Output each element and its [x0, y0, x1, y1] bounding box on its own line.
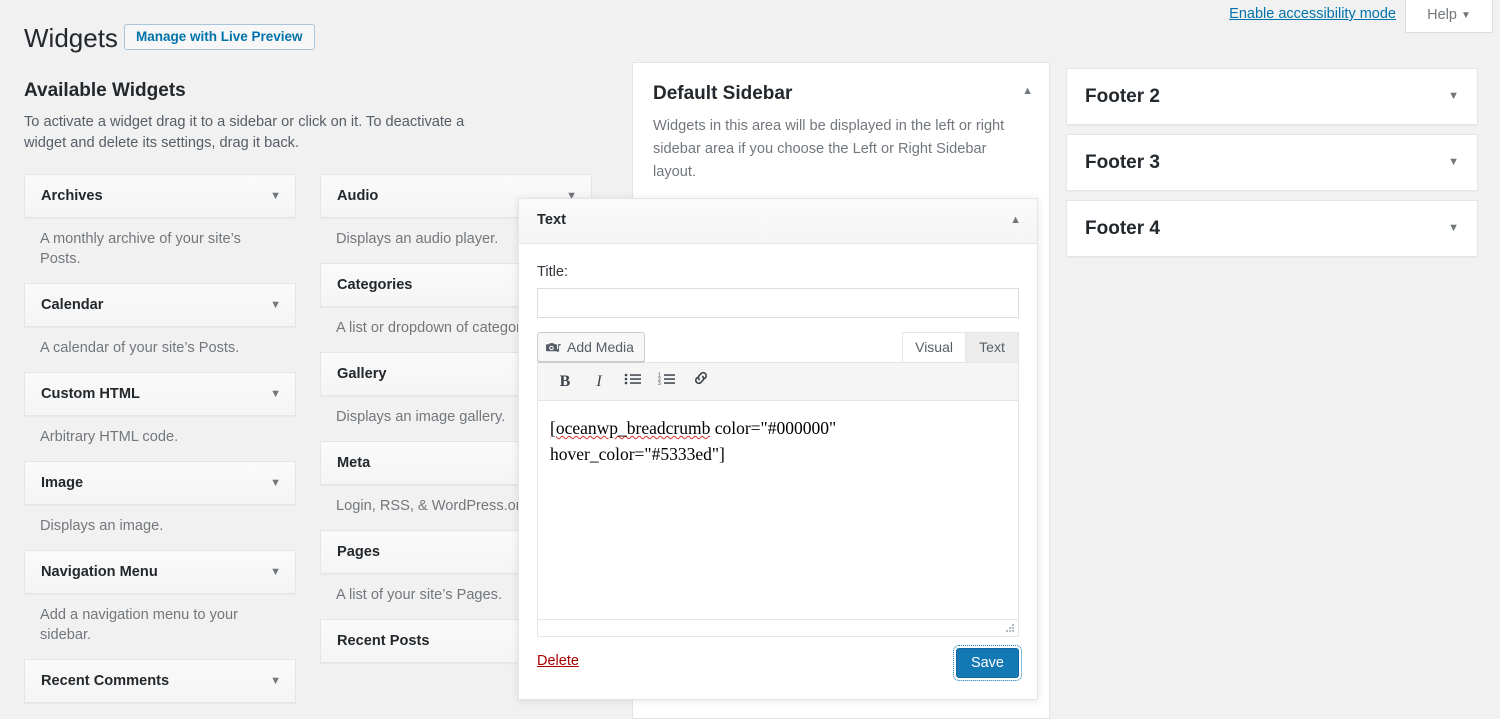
- page-title: Widgets: [24, 22, 118, 54]
- available-widget-name: Custom HTML: [41, 373, 140, 415]
- available-widget-card[interactable]: Image ▼Displays an image.: [24, 461, 296, 550]
- title-field-label: Title:: [537, 262, 1019, 282]
- chevron-down-icon[interactable]: ▼: [270, 175, 281, 217]
- save-button[interactable]: Save: [956, 648, 1019, 678]
- editor-resize-bar: [538, 619, 1018, 636]
- add-media-icon: [546, 336, 561, 364]
- chevron-up-icon[interactable]: ▲: [1010, 199, 1021, 242]
- widget-column-1: Archives▼A monthly archive of your site’…: [24, 174, 296, 703]
- text-widget-footer: Delete Save: [519, 637, 1037, 699]
- available-widget-header[interactable]: Archives ▼: [24, 174, 296, 218]
- shortcode-token: [oceanwp_breadcrumb: [550, 418, 710, 438]
- add-media-label: Add Media: [567, 339, 634, 355]
- chevron-down-icon: ▼: [1461, 10, 1471, 21]
- link-icon[interactable]: [684, 363, 718, 401]
- widgets-admin-page: Widgets Manage with Live Preview Enable …: [0, 0, 1500, 719]
- resize-handle-icon[interactable]: [1003, 622, 1015, 634]
- shortcode-attr-color: color="#000000": [710, 418, 836, 438]
- available-widget-card[interactable]: Calendar ▼A calendar of your site’s Posts…: [24, 283, 296, 372]
- available-widget-name: Pages: [337, 531, 380, 573]
- chevron-down-icon[interactable]: ▼: [270, 551, 281, 593]
- default-sidebar-title: Default Sidebar: [653, 81, 1029, 107]
- available-widget-description: A calendar of your site’s Posts.: [24, 327, 296, 372]
- text-widget-body: Title: Add Media VisualText: [519, 244, 1037, 637]
- tab-visual[interactable]: Visual: [902, 332, 966, 362]
- available-widget-card[interactable]: Archives ▼A monthly archive of your site’…: [24, 174, 296, 283]
- available-widget-name: Navigation Menu: [41, 551, 158, 593]
- available-widget-description: Arbitrary HTML code.: [24, 416, 296, 461]
- editor-line-2: hover_color="#5333ed"]: [550, 441, 1006, 467]
- chevron-down-icon[interactable]: ▼: [270, 284, 281, 326]
- available-widgets-section: Available Widgets To activate a widget d…: [24, 76, 580, 174]
- chevron-down-icon[interactable]: ▼: [1448, 201, 1459, 256]
- chevron-down-icon[interactable]: ▼: [270, 373, 281, 415]
- available-widget-header[interactable]: Custom HTML ▼: [24, 372, 296, 416]
- italic-icon[interactable]: I: [582, 363, 616, 401]
- available-widget-name: Recent Posts: [337, 620, 429, 662]
- bold-icon[interactable]: B: [548, 363, 582, 401]
- chevron-down-icon[interactable]: ▼: [1448, 135, 1459, 190]
- page-header: Widgets Manage with Live Preview Enable …: [0, 0, 1500, 56]
- footer-widget-area[interactable]: Footer 4 ▼: [1066, 200, 1478, 257]
- available-widget-description: Displays an image.: [24, 505, 296, 550]
- numbered-list-icon[interactable]: 1 2 3: [650, 363, 684, 401]
- editor-content[interactable]: [oceanwp_breadcrumb color="#000000" hove…: [538, 401, 1018, 619]
- chevron-down-icon[interactable]: ▼: [1448, 69, 1459, 124]
- editor-toolbar: BI 1 2 3: [538, 363, 1018, 401]
- help-label: Help: [1427, 7, 1457, 23]
- footer-widget-area[interactable]: Footer 3 ▼: [1066, 134, 1478, 191]
- chevron-down-icon[interactable]: ▼: [270, 660, 281, 702]
- available-widget-header[interactable]: Navigation Menu ▼: [24, 550, 296, 594]
- footer-area-title: Footer 2: [1085, 69, 1160, 124]
- available-widget-card[interactable]: Custom HTML ▼Arbitrary HTML code.: [24, 372, 296, 461]
- footer-area-title: Footer 4: [1085, 201, 1160, 256]
- available-widget-name: Calendar: [41, 284, 103, 326]
- available-widget-name: Audio: [337, 175, 378, 217]
- editor-mode-tabs: VisualText: [903, 332, 1019, 362]
- editor-line-1: [oceanwp_breadcrumb color="#000000": [550, 415, 1006, 441]
- tab-text[interactable]: Text: [965, 332, 1019, 362]
- text-widget-panel[interactable]: Text ▲ Title: Add Media VisualText: [518, 198, 1038, 700]
- chevron-down-icon[interactable]: ▼: [270, 462, 281, 504]
- available-widget-name: Archives: [41, 175, 103, 217]
- add-media-button[interactable]: Add Media: [537, 332, 645, 362]
- editor-media-bar: Add Media VisualText: [537, 332, 1019, 362]
- delete-link[interactable]: Delete: [537, 653, 579, 669]
- default-sidebar-description: Widgets in this area will be displayed i…: [653, 115, 1029, 184]
- available-widgets-intro: To activate a widget drag it to a sideba…: [24, 112, 494, 154]
- available-widget-card[interactable]: Recent Comments ▼: [24, 659, 296, 703]
- enable-accessibility-mode-link[interactable]: Enable accessibility mode: [1229, 6, 1396, 22]
- help-button[interactable]: Help ▼: [1405, 0, 1493, 33]
- available-widget-header[interactable]: Recent Comments ▼: [24, 659, 296, 703]
- text-editor: BI 1 2 3: [537, 362, 1019, 637]
- available-widget-card[interactable]: Navigation Menu ▼Add a navigation menu to…: [24, 550, 296, 659]
- available-widget-name: Categories: [337, 264, 412, 306]
- available-widgets-heading: Available Widgets: [24, 76, 580, 106]
- available-widget-name: Image: [41, 462, 83, 504]
- available-widget-header[interactable]: Calendar ▼: [24, 283, 296, 327]
- available-widget-description: Add a navigation menu to your sidebar.: [24, 594, 296, 659]
- text-widget-header[interactable]: Text ▲: [519, 199, 1037, 244]
- chevron-up-icon[interactable]: ▲: [1022, 85, 1033, 97]
- available-widget-header[interactable]: Image ▼: [24, 461, 296, 505]
- available-widget-name: Gallery: [337, 353, 387, 395]
- title-input[interactable]: [537, 288, 1019, 318]
- text-widget-title: Text: [537, 199, 566, 242]
- footer-area-title: Footer 3: [1085, 135, 1160, 190]
- svg-text:3: 3: [658, 381, 661, 386]
- manage-with-live-preview-button[interactable]: Manage with Live Preview: [124, 24, 315, 50]
- available-widget-description: A monthly archive of your site’s Posts.: [24, 218, 296, 283]
- default-sidebar-header: Default Sidebar ▲ Widgets in this area w…: [633, 63, 1049, 184]
- bulleted-list-icon[interactable]: [616, 363, 650, 401]
- available-widget-name: Recent Comments: [41, 660, 169, 702]
- footer-widget-area[interactable]: Footer 2 ▼: [1066, 68, 1478, 125]
- available-widget-name: Meta: [337, 442, 370, 484]
- footer-widget-areas: Footer 2 ▼ Footer 3 ▼ Footer 4 ▼: [1066, 68, 1478, 266]
